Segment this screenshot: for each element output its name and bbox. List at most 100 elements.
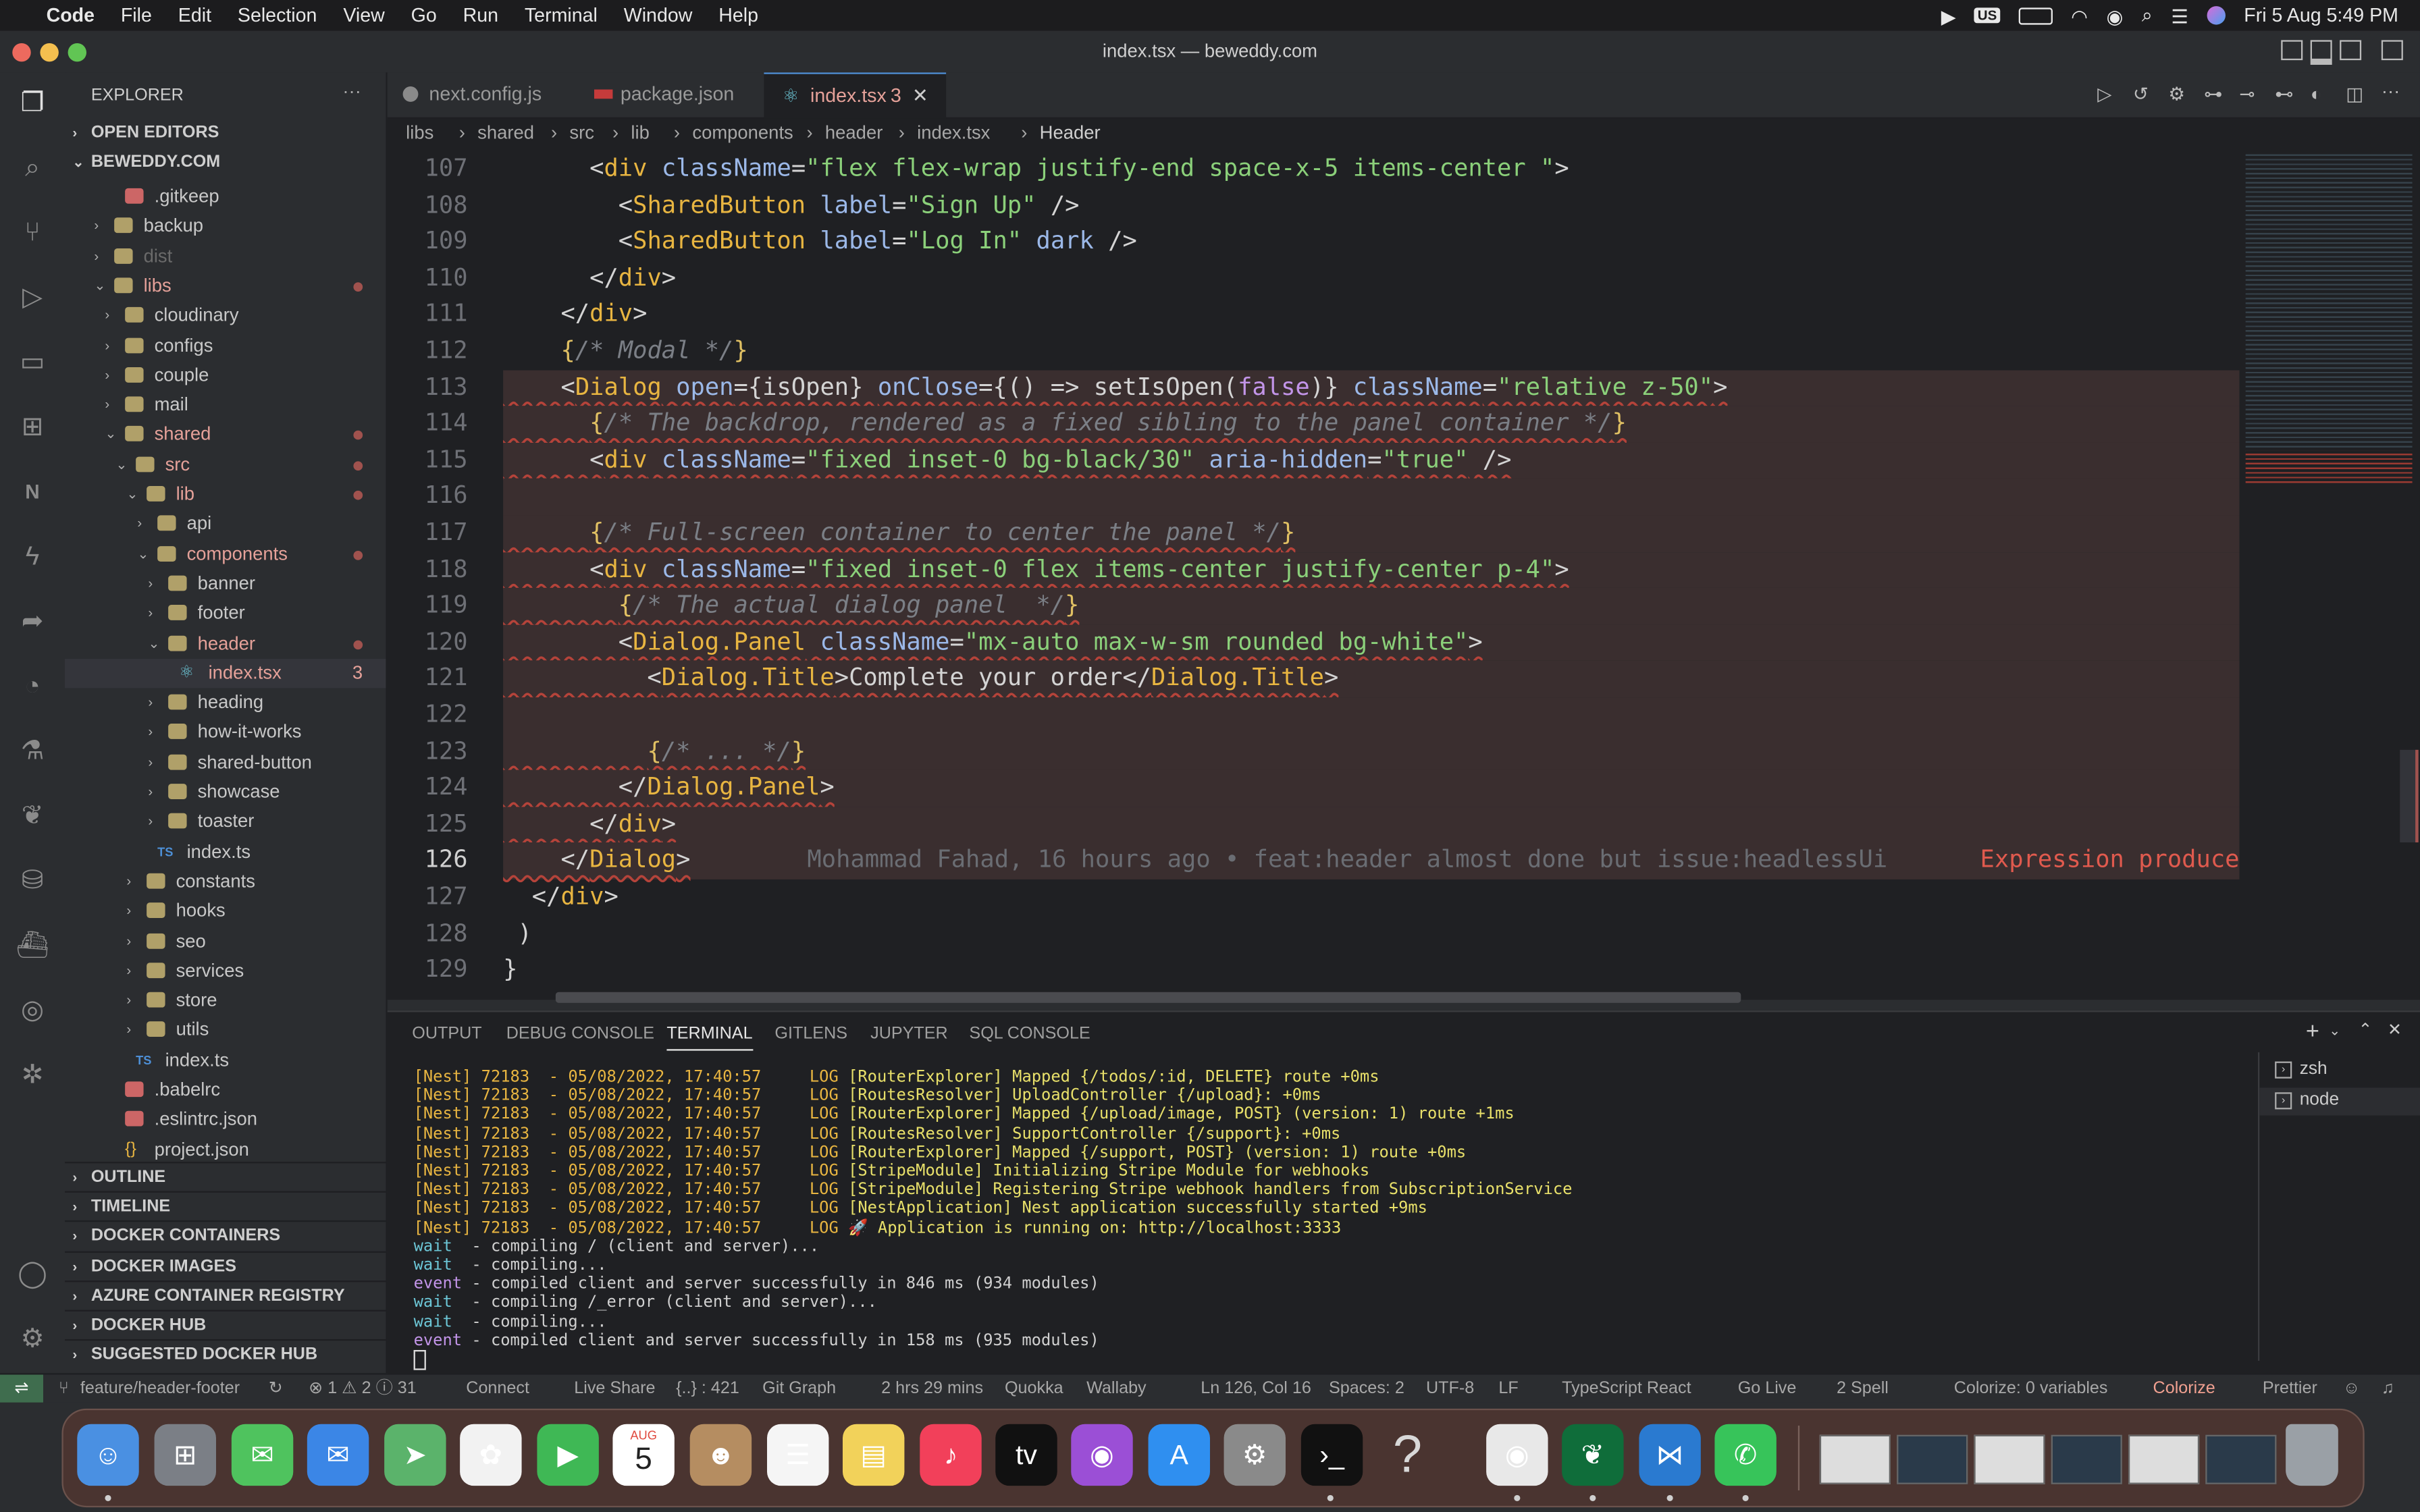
tree-item-seo[interactable]: › seo xyxy=(65,927,386,956)
git-commit-icon[interactable]: ⊶ xyxy=(2204,83,2222,105)
breadcrumb-item[interactable]: libs xyxy=(406,119,433,148)
tree-item-configs[interactable]: › configs xyxy=(65,331,386,360)
tree-item-backup[interactable]: › backup xyxy=(65,212,386,241)
explorer-more-icon[interactable]: ··· xyxy=(342,80,361,102)
tree-item-couple[interactable]: › couple xyxy=(65,360,386,389)
menu-file[interactable]: File xyxy=(121,5,152,26)
status-colorize-vars[interactable]: Colorize: 0 variables xyxy=(1954,1375,2108,1403)
terminal-output[interactable]: [Nest] 72183 - 05/08/2022, 17:40:57 LOG … xyxy=(413,1068,2251,1375)
breadcrumb-item[interactable]: shared xyxy=(477,119,534,148)
panel-tab-debug-console[interactable]: DEBUG CONSOLE xyxy=(506,1025,654,1043)
code-line[interactable]: </Dialog> xyxy=(503,846,690,873)
facetime-icon[interactable]: ▶ xyxy=(537,1424,599,1486)
code-line[interactable]: <Dialog.Panel className="mx-auto max-w-s… xyxy=(503,628,1483,655)
code-line[interactable]: <SharedButton label="Sign Up" /> xyxy=(503,190,1080,218)
notes-icon[interactable]: ▤ xyxy=(842,1424,905,1486)
toggle-panel-icon[interactable] xyxy=(2310,40,2332,65)
status-spaces[interactable]: Spaces: 2 xyxy=(1329,1375,1404,1403)
docker-icon[interactable]: ⛴ xyxy=(14,927,51,965)
launchpad-icon[interactable]: ⊞ xyxy=(154,1424,216,1486)
tree-item-constants[interactable]: › constants xyxy=(65,867,386,896)
code-editor[interactable]: 107 <div className="flex flex-wrap justi… xyxy=(387,148,2240,1000)
panel-tab-output[interactable]: OUTPUT xyxy=(412,1025,481,1043)
menu-window[interactable]: Window xyxy=(624,5,693,26)
terminal-cursor[interactable] xyxy=(413,1350,2251,1375)
code-line[interactable]: {/* Modal */} xyxy=(503,336,747,364)
sync-icon[interactable]: ↻ xyxy=(269,1375,283,1403)
status-wallaby[interactable]: Wallaby xyxy=(1086,1375,1146,1403)
breadcrumb-item[interactable]: header xyxy=(825,119,883,148)
minimized-window-thumbnail[interactable] xyxy=(2128,1434,2200,1484)
code-line[interactable]: </div> xyxy=(503,882,619,910)
code-line[interactable]: </div> xyxy=(503,300,647,327)
contacts-icon[interactable]: ☻ xyxy=(689,1424,752,1486)
run-code-icon[interactable]: ▷ xyxy=(2097,83,2111,105)
minimap[interactable] xyxy=(2239,148,2420,1000)
status-encoding[interactable]: UTF-8 xyxy=(1426,1375,1474,1403)
code-line[interactable]: <div className="flex flex-wrap justify-e… xyxy=(503,155,1569,182)
github-icon[interactable]: ◎ xyxy=(14,992,51,1029)
breadcrumb-item[interactable]: components xyxy=(692,119,793,148)
code-line[interactable]: {/* The actual dialog panel */} xyxy=(503,591,1080,619)
split-editor-icon[interactable]: ◫ xyxy=(2346,83,2363,105)
tree-item-cloudinary[interactable]: › cloudinary xyxy=(65,301,386,330)
run-debug-icon[interactable]: ▷ xyxy=(14,279,51,317)
play-status-icon[interactable]: ▶ xyxy=(1941,4,1956,27)
messages-icon[interactable]: ✉ xyxy=(231,1424,294,1486)
panel-tab-gitlens[interactable]: GITLENS xyxy=(774,1025,847,1043)
terminal-app-icon[interactable]: ›_ xyxy=(1300,1424,1363,1486)
gitlens-icon[interactable]: ◔ xyxy=(14,668,51,705)
status-braces[interactable]: {..} : 421 xyxy=(676,1375,739,1403)
music-icon[interactable]: ♪ xyxy=(920,1424,982,1486)
toggle-secondary-sidebar-icon[interactable] xyxy=(2340,40,2362,61)
tree-item-toaster[interactable]: › toaster xyxy=(65,807,386,836)
app-store-icon[interactable]: A xyxy=(1148,1424,1210,1486)
status-connect[interactable]: Connect xyxy=(466,1375,529,1403)
feedback-icon[interactable]: ☺ xyxy=(2343,1375,2361,1403)
status-git-graph[interactable]: Git Graph xyxy=(762,1375,836,1403)
manage-gear-icon[interactable]: ⚙ xyxy=(14,1321,51,1358)
mail-icon[interactable]: ✉ xyxy=(307,1424,369,1486)
workspace-root[interactable]: ⌄ BEWEDDY.COM xyxy=(65,148,386,177)
code-line[interactable]: <SharedButton label="Log In" dark /> xyxy=(503,227,1137,254)
tree-item-index-tsx[interactable]: ⚛ index.tsx 3 xyxy=(64,658,386,688)
system-preferences-icon[interactable]: ⚙ xyxy=(1224,1424,1286,1486)
code-line[interactable]: </div> xyxy=(503,263,676,291)
vscode-icon[interactable]: ⋈ xyxy=(1639,1424,1701,1486)
section-docker-hub[interactable]: › DOCKER HUB xyxy=(64,1310,386,1341)
breadcrumb-item[interactable]: src xyxy=(569,119,594,148)
code-line[interactable]: } xyxy=(503,955,517,983)
tree-item-hooks[interactable]: › hooks xyxy=(65,896,386,925)
calendar-icon[interactable]: AUG 5 xyxy=(612,1424,675,1486)
tree-item-src[interactable]: ⌄ src xyxy=(65,450,386,479)
section-timeline[interactable]: › TIMELINE xyxy=(64,1191,386,1222)
menu-run[interactable]: Run xyxy=(463,5,498,26)
reminders-icon[interactable]: ☰ xyxy=(766,1424,829,1486)
status-live-share[interactable]: Live Share xyxy=(574,1375,655,1403)
tree-item-eslintrc[interactable]: .eslintrc.json xyxy=(65,1105,386,1134)
code-line[interactable]: <div className="fixed inset-0 flex items… xyxy=(503,555,1569,583)
menu-edit[interactable]: Edit xyxy=(178,5,211,26)
horizontal-scrollbar[interactable] xyxy=(555,992,1741,1003)
tree-item-banner[interactable]: › banner xyxy=(65,569,386,598)
breadcrumb-item[interactable]: Header xyxy=(1040,119,1101,148)
status-prettier[interactable]: Prettier xyxy=(2263,1375,2317,1403)
terminal-item-zsh[interactable]: › zsh xyxy=(2259,1058,2420,1086)
siri-icon[interactable] xyxy=(2207,6,2226,25)
explorer-icon[interactable]: ❐ xyxy=(14,85,51,122)
timeline-history-icon[interactable]: ↺ xyxy=(2133,83,2149,105)
open-changes-icon[interactable]: ◐ xyxy=(2311,83,2322,105)
tree-item-utils[interactable]: › utils xyxy=(65,1016,386,1045)
gitlens-compare-icon[interactable]: ⚙ xyxy=(2168,83,2185,105)
menu-app-name[interactable]: Code xyxy=(47,5,95,26)
trash-icon[interactable] xyxy=(2286,1424,2338,1486)
database-icon[interactable]: ⛁ xyxy=(14,863,51,900)
status-branch[interactable]: feature/header-footer xyxy=(80,1375,240,1403)
testing-icon[interactable]: ⚗ xyxy=(14,733,51,770)
menu-view[interactable]: View xyxy=(343,5,384,26)
section-docker-images[interactable]: › DOCKER IMAGES xyxy=(64,1250,386,1282)
tree-item-showcase[interactable]: › showcase xyxy=(65,778,386,807)
code-line[interactable]: {/* The backdrop, rendered as a fixed si… xyxy=(503,409,1627,437)
breadcrumb-item[interactable]: index.tsx xyxy=(917,119,990,148)
tree-item-dist[interactable]: › dist xyxy=(65,242,386,271)
